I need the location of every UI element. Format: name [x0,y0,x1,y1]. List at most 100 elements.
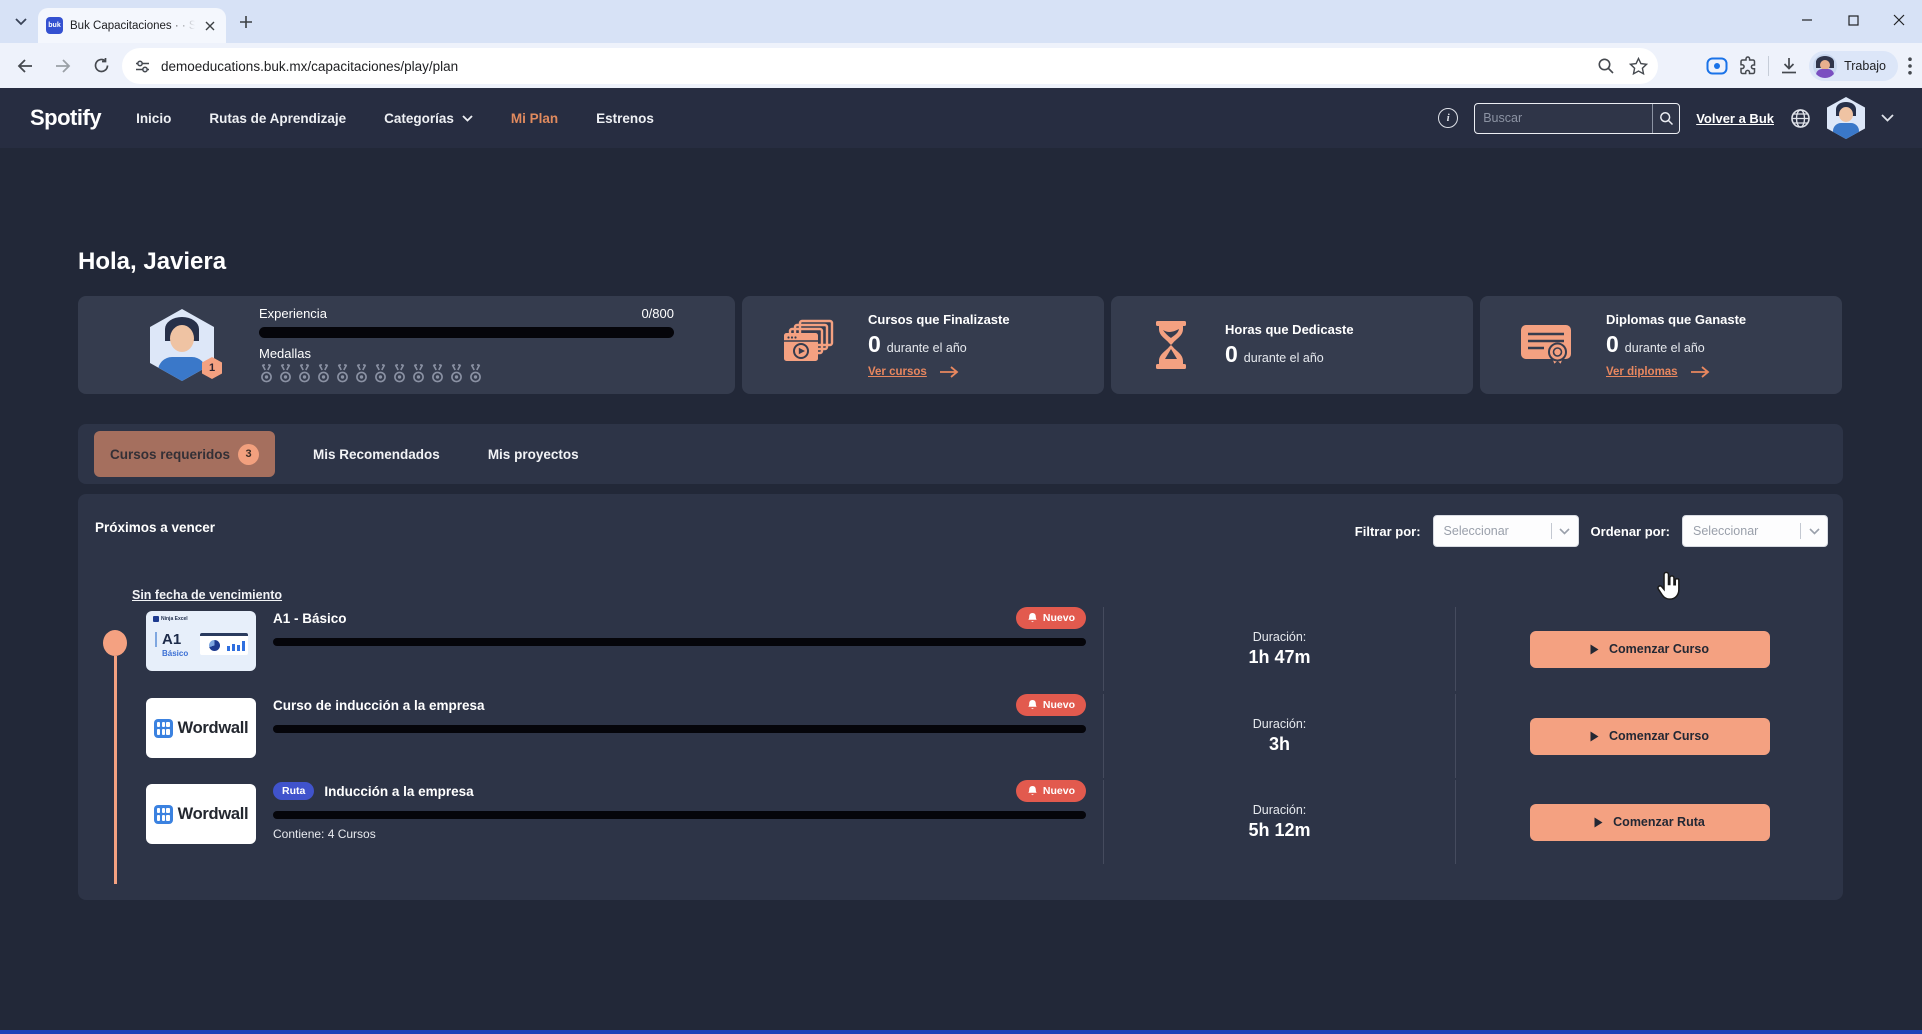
ver-diplomas-link[interactable]: Ver diplomas [1606,366,1678,378]
user-avatar[interactable] [1827,97,1865,139]
browser-tabstrip: buk Buk Capacitaciones · · Spotify A [0,0,1922,43]
medal-icon [468,364,483,385]
nav-item-inicio[interactable]: Inicio [136,111,171,126]
nav-item-rutas[interactable]: Rutas de Aprendizaje [209,111,346,126]
tab-mis-recomendados[interactable]: Mis Recomendados [303,447,450,462]
nav-item-estrenos[interactable]: Estrenos [596,111,654,126]
wordwall-logo-icon [154,719,173,738]
course-row: Ninja Excel A1 Básico A1 - Básico [78,607,1843,691]
course-progressbar [273,811,1086,819]
buk-favicon: buk [46,17,63,34]
window-controls [1784,0,1922,40]
spotify-logo[interactable]: Spotify [30,105,101,131]
url-text[interactable]: demoeducations.buk.mx/capacitaciones/pla… [161,59,1597,74]
chevron-down-icon [1801,528,1827,535]
stat-value: 0 [868,331,881,358]
bottom-blue-bar [0,1030,1922,1034]
order-select[interactable]: Seleccionar [1682,515,1828,547]
medal-icon [278,364,293,385]
filter-select-value: Seleccionar [1444,524,1551,538]
window-close-icon[interactable] [1876,0,1922,40]
bell-icon [1027,785,1038,797]
browser-tab[interactable]: buk Buk Capacitaciones · · Spotify A [38,8,226,43]
app-navbar: Spotify Inicio Rutas de Aprendizaje Cate… [0,88,1922,148]
browser-profile-button[interactable]: Trabajo [1809,51,1898,81]
wordwall-logo-text: Wordwall [178,805,249,824]
reload-icon[interactable] [86,51,116,81]
globe-icon[interactable] [1790,108,1811,129]
extensions-icon[interactable] [1738,56,1758,76]
window-minimize-icon[interactable] [1784,0,1830,40]
nav-item-categorias-label: Categorías [384,111,454,126]
stat-card-diplomas: Diplomas que Ganaste 0 durante el año Ve… [1480,296,1842,394]
medal-icon [316,364,331,385]
volver-a-buk-link[interactable]: Volver a Buk [1696,111,1774,126]
app-page: Spotify Inicio Rutas de Aprendizaje Cate… [0,88,1922,1030]
comenzar-curso-button[interactable]: Comenzar Curso [1530,718,1770,755]
forward-icon[interactable] [48,51,78,81]
site-settings-icon[interactable] [134,58,151,75]
search-box[interactable] [1474,103,1680,134]
medal-icon [411,364,426,385]
play-icon [1594,817,1603,828]
duration-label: Duración: [1253,717,1307,731]
nuevo-badge-label: Nuevo [1043,612,1075,624]
hourglass-icon [1149,319,1193,371]
chevron-down-icon [1552,528,1578,535]
browser-menu-icon[interactable] [1908,57,1912,75]
button-label: Comenzar Ruta [1613,815,1705,829]
course-title[interactable]: Curso de inducción a la empresa [273,698,485,713]
search-icon[interactable] [1652,104,1679,133]
section-title: Próximos a vencer [95,520,215,535]
nuevo-badge: Nuevo [1016,694,1086,716]
downloads-icon[interactable] [1779,56,1799,76]
chevron-down-icon [462,115,473,122]
bookmark-star-icon[interactable] [1629,57,1648,76]
search-input[interactable] [1475,111,1652,125]
medal-icon [392,364,407,385]
nav-item-categorias[interactable]: Categorías [384,111,473,126]
ver-cursos-link[interactable]: Ver cursos [868,366,927,378]
screen: buk Buk Capacitaciones · · Spotify A [0,0,1922,1034]
course-progressbar [273,638,1086,646]
nav-item-mi-plan[interactable]: Mi Plan [511,111,558,126]
duration-value: 1h 47m [1248,647,1310,668]
zoom-page-icon[interactable] [1597,57,1615,75]
back-icon[interactable] [10,51,40,81]
filter-select[interactable]: Seleccionar [1433,515,1579,547]
info-icon[interactable]: i [1438,108,1458,128]
course-title[interactable]: A1 - Básico [273,611,347,626]
stat-suffix: durante el año [1625,341,1705,355]
course-thumbnail[interactable]: Wordwall [146,784,256,844]
play-icon [1590,731,1599,742]
tab-close-icon[interactable] [202,18,218,34]
play-icon [1590,644,1599,655]
new-tab-icon[interactable] [236,12,256,32]
browser-toolbar: demoeducations.buk.mx/capacitaciones/pla… [0,43,1922,88]
medal-icon [335,364,350,385]
profile-chevron-icon[interactable] [1881,114,1894,122]
course-thumbnail[interactable]: Wordwall [146,698,256,758]
thumb-subtitle: Básico [162,649,188,658]
browser-profile-avatar [1813,54,1837,78]
tab-search-icon[interactable] [10,11,32,33]
experience-value: 0/800 [641,306,674,321]
stat-title: Diplomas que Ganaste [1606,312,1746,327]
tab-cursos-requeridos[interactable]: Cursos requeridos 3 [94,431,275,477]
course-title[interactable]: Inducción a la empresa [324,784,473,799]
experience-label: Experiencia [259,306,327,321]
comenzar-ruta-button[interactable]: Comenzar Ruta [1530,804,1770,841]
course-thumbnail[interactable]: Ninja Excel A1 Básico [146,611,256,671]
courses-icon [780,319,836,371]
arrow-right-icon [1690,366,1710,378]
courses-panel: Próximos a vencer Filtrar por: Seleccion… [78,494,1843,900]
address-bar[interactable]: demoeducations.buk.mx/capacitaciones/pla… [122,48,1658,84]
thumb-title: A1 [155,632,181,647]
bell-icon [1027,699,1038,711]
tab-mis-proyectos[interactable]: Mis proyectos [478,447,589,462]
comenzar-curso-button[interactable]: Comenzar Curso [1530,631,1770,668]
tab-media-icon[interactable] [1706,57,1728,75]
medal-icon [259,364,274,385]
order-by-label: Ordenar por: [1591,524,1670,539]
window-maximize-icon[interactable] [1830,0,1876,40]
